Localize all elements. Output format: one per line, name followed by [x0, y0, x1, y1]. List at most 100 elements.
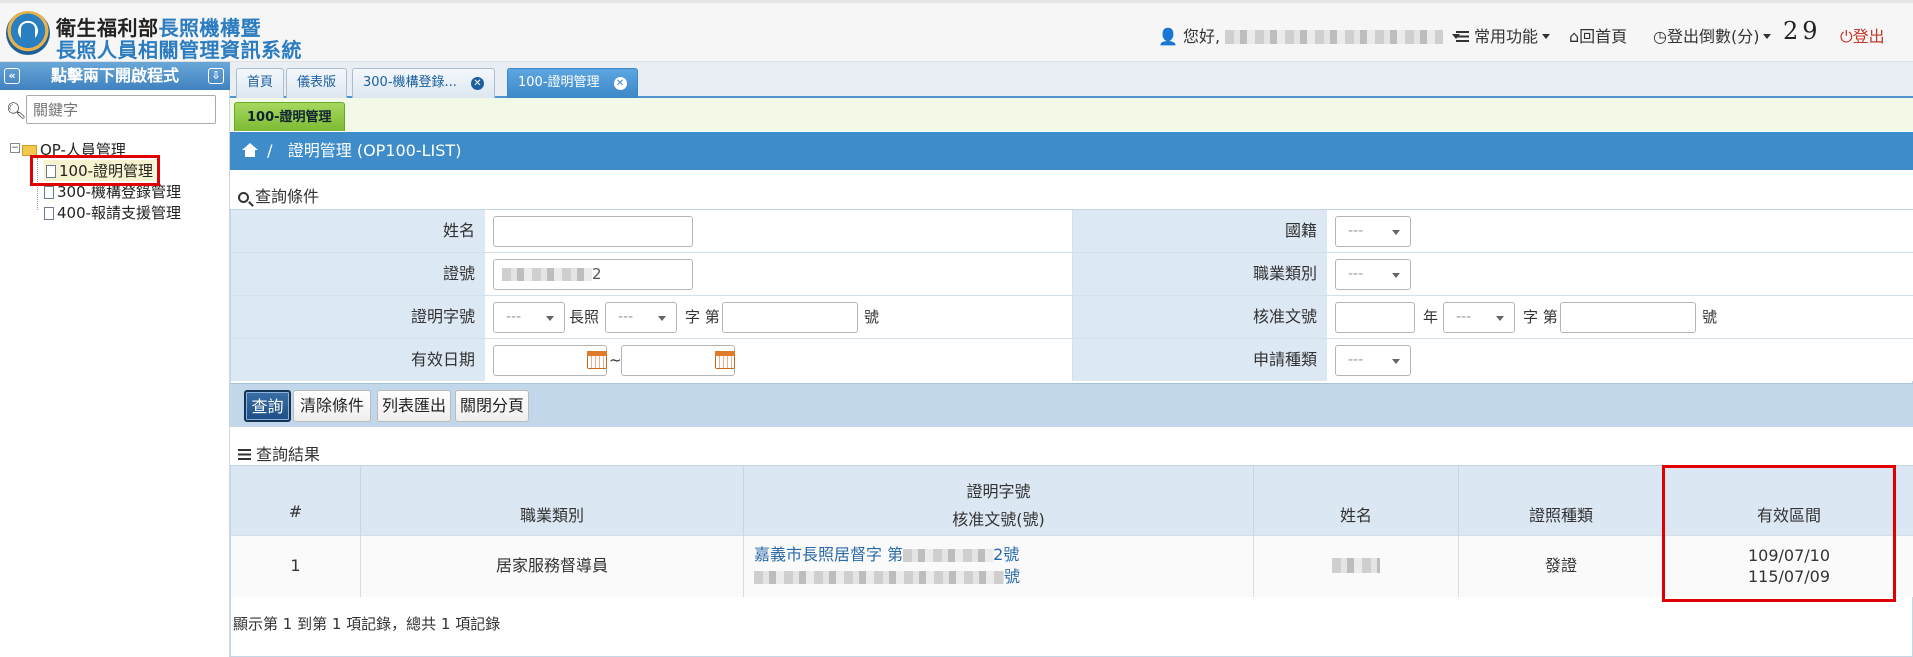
name-input[interactable] [493, 216, 693, 247]
column-header-name[interactable]: 姓名 [1254, 466, 1459, 535]
tab-cert-management[interactable]: 100-證明管理 ✕ [507, 68, 638, 98]
logout-button[interactable]: ⏻登出 [1840, 23, 1885, 47]
chevron-down-icon [1763, 34, 1772, 39]
header-text: 證明字號 [966, 482, 1031, 501]
approval-select[interactable]: --- [1443, 302, 1515, 333]
approval-suffix: 號 [1004, 567, 1021, 586]
user-menu[interactable]: 👤 您好, [1158, 23, 1461, 47]
cert-no-select-1[interactable]: --- [493, 302, 565, 333]
query-title-text: 查詢條件 [255, 187, 320, 206]
subtab-cert-management[interactable]: 100-證明管理 [234, 102, 345, 131]
nationality-select[interactable]: --- [1335, 216, 1411, 247]
tree-collapse-toggle[interactable]: − [10, 143, 20, 153]
redacted-approval-no [754, 571, 1004, 584]
page-title: 證明管理 (OP100-LIST) [287, 141, 462, 160]
column-header-cert-no[interactable]: 證明字號 核准文號(號) [744, 466, 1254, 535]
nationality-cell: --- [1327, 210, 1913, 252]
tree-item-label: 400-報請支援管理 [57, 204, 182, 222]
tab-dashboard[interactable]: 儀表版 [286, 68, 348, 98]
name-label: 姓名 [231, 210, 485, 252]
list-icon [238, 449, 251, 460]
approval-text-1: 年 [1423, 308, 1439, 326]
id-label: 證號 [231, 253, 485, 295]
greeting-text: 您好, [1183, 27, 1221, 46]
logout-countdown-menu[interactable]: ◷登出倒數(分) [1653, 23, 1772, 47]
form-row: 有效日期 ~ 申請種類 --- [231, 339, 1913, 382]
search-icon: 🔍︎ [6, 101, 27, 120]
clear-button[interactable]: 清除條件 [293, 390, 371, 422]
cell-license-type: 發證 [1459, 535, 1664, 597]
form-row: 姓名 國籍 --- [231, 210, 1913, 253]
search-button[interactable]: 查詢 [244, 390, 291, 422]
tab-institution-registration[interactable]: 300-機構登錄... ✕ [352, 68, 495, 98]
sidebar-header: « 點擊兩下開啟程式 ⇩ [0, 62, 230, 90]
chevron-down-icon [1542, 34, 1551, 39]
redacted-name [1332, 558, 1380, 573]
close-icon[interactable]: ✕ [470, 77, 484, 90]
apply-type-select[interactable]: --- [1335, 345, 1411, 376]
nationality-label: 國籍 [1073, 210, 1327, 252]
cert-no-text-2: 字 第 [685, 308, 720, 326]
pin-icon[interactable]: ⇩ [208, 68, 224, 84]
home-icon[interactable] [242, 143, 258, 157]
sidebar: « 點擊兩下開啟程式 ⇩ 🔍︎ − OP-人員管理 100-證明管理 300-機… [0, 62, 230, 657]
home-label: 回首頁 [1579, 27, 1628, 46]
common-functions-label: 常用功能 [1474, 27, 1539, 46]
cell-cert-no[interactable]: 嘉義市長照居督字 第 2號 號 [744, 535, 1254, 597]
cert-no-select-2[interactable]: --- [605, 302, 677, 333]
cert-suffix: 2號 [993, 545, 1020, 564]
subtab-row: 100-證明管理 [230, 98, 1913, 131]
id-cell: 2 [485, 253, 1073, 295]
cell-name [1254, 535, 1459, 597]
approval-year-input[interactable] [1335, 302, 1415, 333]
common-functions-menu[interactable]: 常用功能 [1456, 23, 1551, 47]
sidebar-search-input[interactable] [26, 95, 216, 124]
tab-home[interactable]: 首頁 [236, 68, 285, 98]
collapse-icon[interactable]: « [4, 68, 20, 84]
close-paging-button[interactable]: 關閉分頁 [455, 390, 529, 422]
tab-label: 首頁 [247, 75, 274, 90]
form-row: 證號 2 職業類別 --- [231, 253, 1913, 296]
redacted-cert-no [903, 549, 994, 562]
cert-no-label: 證明字號 [231, 296, 485, 338]
results-section-title: 查詢結果 [238, 441, 320, 465]
breadcrumb: / 證明管理 (OP100-LIST) [230, 132, 1913, 170]
profession-select[interactable]: --- [1335, 259, 1411, 290]
highlight-box [1662, 465, 1896, 602]
column-header-profession[interactable]: 職業類別 [361, 466, 744, 535]
valid-date-separator: ~ [609, 351, 622, 369]
tab-label: 300-機構登錄... [363, 75, 457, 90]
pagination-info: 顯示第 1 到第 1 項記錄，總共 1 項記錄 [233, 615, 501, 633]
cert-no-link[interactable]: 嘉義市長照居督字 第 2號 [754, 544, 1253, 566]
cert-no-text-3: 號 [864, 308, 880, 326]
clock-icon: ◷ [1653, 27, 1667, 46]
header-text: 證照種類 [1528, 506, 1593, 525]
id-input[interactable]: 2 [493, 259, 693, 290]
tree-item-support-report[interactable]: 400-報請支援管理 [44, 202, 181, 223]
approval-text-2: 字 第 [1523, 308, 1558, 326]
header-text: 核准文號(號) [952, 510, 1045, 529]
results-title-text: 查詢結果 [256, 445, 321, 464]
export-button[interactable]: 列表匯出 [377, 390, 451, 422]
countdown-label: 登出倒數(分) [1666, 27, 1760, 46]
document-icon [44, 207, 54, 220]
cell-profession: 居家服務督導員 [361, 535, 744, 597]
approval-no-link[interactable]: 號 [754, 566, 1253, 588]
valid-date-cell: ~ [485, 339, 1073, 381]
app-title-line2: 長照人員相關管理資訊系統 [56, 38, 302, 62]
highlight-box [30, 155, 160, 186]
calendar-icon[interactable] [715, 351, 735, 369]
breadcrumb-separator: / [267, 141, 273, 160]
app-header: 衛生福利部長照機構暨 長照人員相關管理資訊系統 👤 您好, 常用功能 ⌂回首頁 … [0, 0, 1913, 62]
button-bar: 查詢 清除條件 列表匯出 關閉分頁 [230, 383, 1913, 427]
id-value-tail: 2 [592, 265, 602, 283]
form-row: 證明字號 --- 長照 --- 字 第 號 核准文號 年 --- 字 第 號 [231, 296, 1913, 339]
approval-no-input[interactable] [1560, 302, 1696, 333]
list-icon [1456, 31, 1469, 42]
column-header-license-type[interactable]: 證照種類 [1459, 466, 1664, 535]
close-icon[interactable]: ✕ [613, 77, 627, 90]
query-section-title: 查詢條件 [238, 183, 319, 207]
calendar-icon[interactable] [587, 351, 607, 369]
home-link[interactable]: ⌂回首頁 [1569, 23, 1627, 47]
cert-no-input[interactable] [722, 302, 858, 333]
